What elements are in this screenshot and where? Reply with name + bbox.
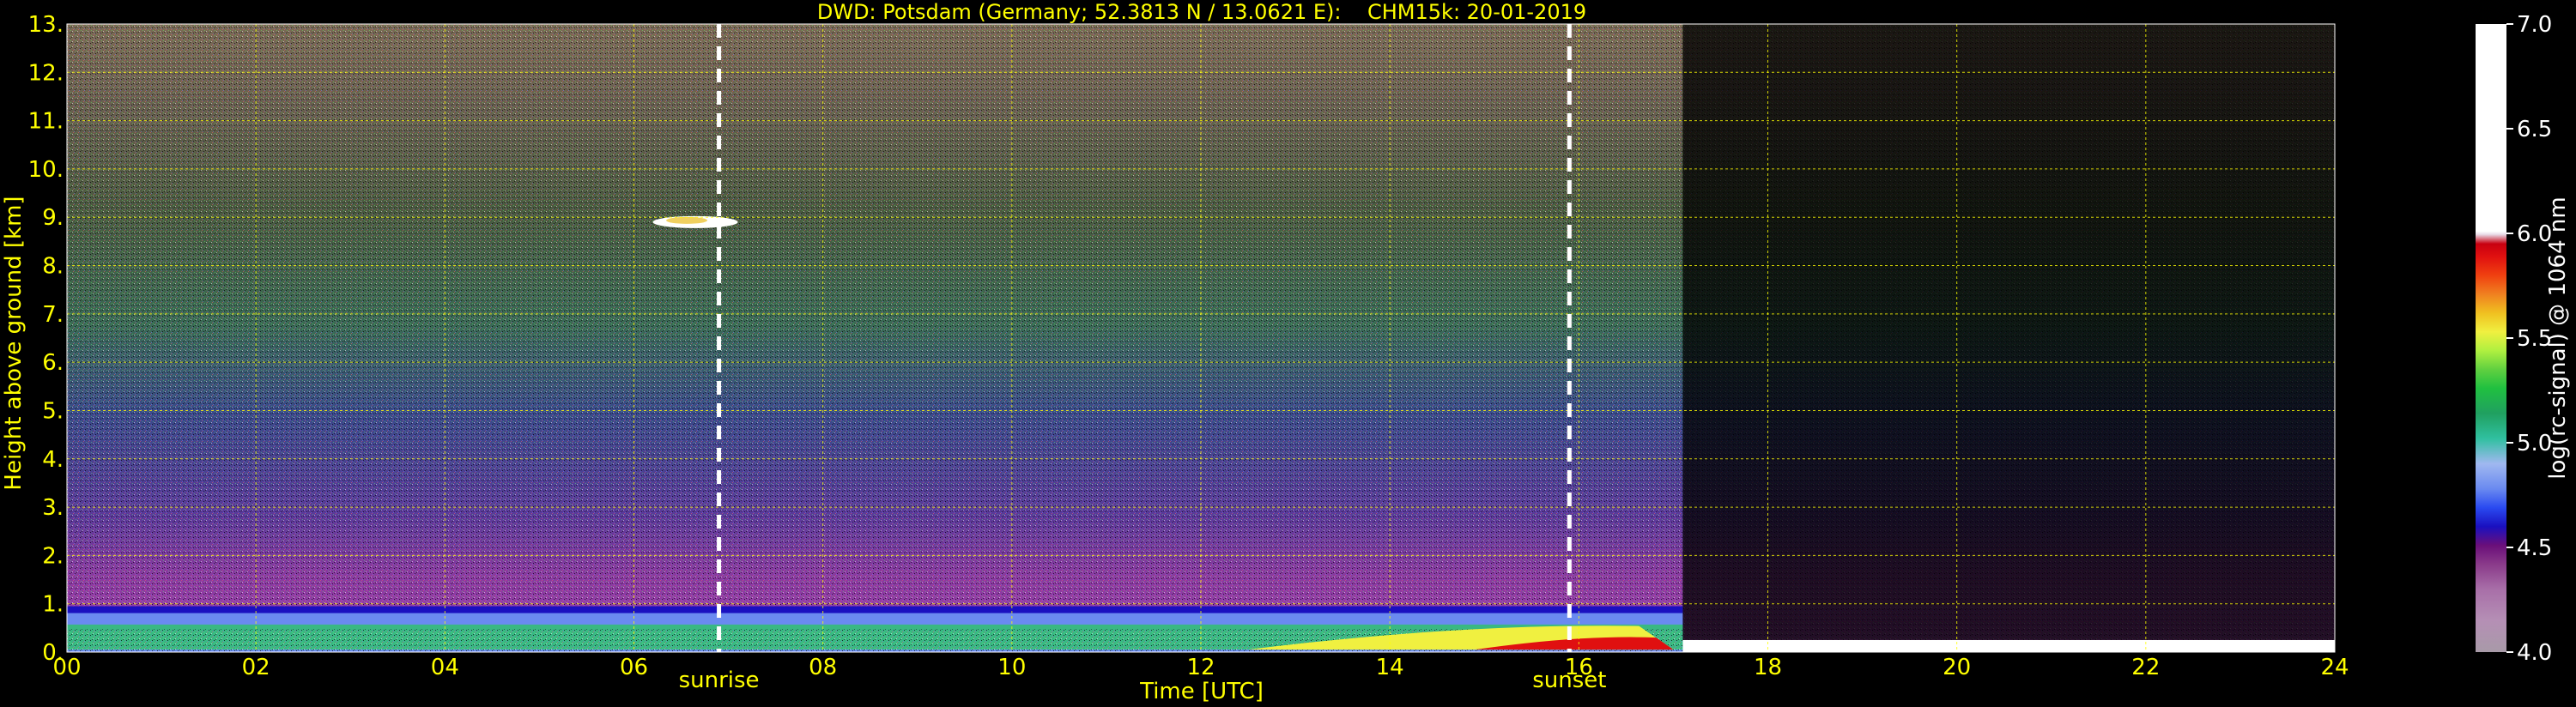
x-tick-label: 10 (997, 655, 1026, 680)
y-tick-label: 10. (28, 157, 64, 183)
x-tick-label: 08 (809, 655, 837, 680)
colorbar: 4.04.55.05.56.06.57.0 log(rc-signal) @ 1… (2476, 12, 2571, 666)
x-tick-labels: 00 02 04 06 08 10 12 14 16 18 20 22 24 (52, 655, 2349, 680)
x-tick-label: 02 (242, 655, 270, 680)
y-tick-label: 2. (42, 543, 64, 569)
x-tick-label: 14 (1376, 655, 1404, 680)
y-tick-label: 12. (28, 60, 64, 86)
annotation-label: sunrise (679, 668, 760, 693)
x-tick-label: 04 (431, 655, 459, 680)
colorbar-gradient (2476, 24, 2506, 652)
colorbar-tick-label: 6.5 (2517, 117, 2552, 142)
y-tick-label: 11. (28, 109, 64, 135)
y-tick-label: 3. (42, 495, 64, 521)
colorbar-tick-label: 4.0 (2517, 640, 2552, 666)
x-tick-label: 20 (1943, 655, 1971, 680)
y-axis-label: Height above ground [km] (1, 196, 27, 490)
cloud-patch-core (666, 216, 708, 224)
y-tick-label: 4. (42, 447, 64, 473)
x-tick-label: 24 (2320, 655, 2349, 680)
x-tick-label: 22 (2131, 655, 2160, 680)
x-tick-label: 12 (1186, 655, 1215, 680)
y-tick-label: 6. (42, 350, 64, 376)
y-tick-labels: 0. 1. 2. 3. 4. 5. 6. 7. 8. 9. 10. 11. 12. 13. (28, 12, 64, 666)
colorbar-tick-label: 4.5 (2517, 535, 2552, 561)
y-tick-label: 0. (42, 640, 64, 666)
plot-area (66, 23, 2336, 653)
ceilometer-chart: 00 02 04 06 08 10 12 14 16 18 20 22 24 0.1.2.3.4.5.6… (1, 0, 2571, 704)
x-tick-label: 18 (1754, 655, 1782, 680)
y-tick-label: 5. (42, 398, 64, 424)
colorbar-tick-label: 7.0 (2517, 12, 2552, 38)
y-tick-label: 7. (42, 302, 64, 328)
annotation-label: sunset (1532, 668, 1606, 693)
colorbar-label: log(rc-signal) @ 1064 nm (2545, 196, 2571, 479)
y-tick-label: 13. (28, 12, 64, 38)
low-signal-layer (1682, 639, 2335, 652)
x-axis-label: Time [UTC] (1139, 679, 1264, 704)
y-tick-label: 8. (42, 254, 64, 280)
x-tick-label: 06 (620, 655, 648, 680)
after-dark-region (1682, 24, 2335, 640)
chart-title: DWD: Potsdam (Germany; 52.3813 N / 13.06… (817, 0, 1586, 24)
y-tick-label: 9. (42, 205, 64, 231)
y-tick-label: 1. (42, 592, 64, 618)
